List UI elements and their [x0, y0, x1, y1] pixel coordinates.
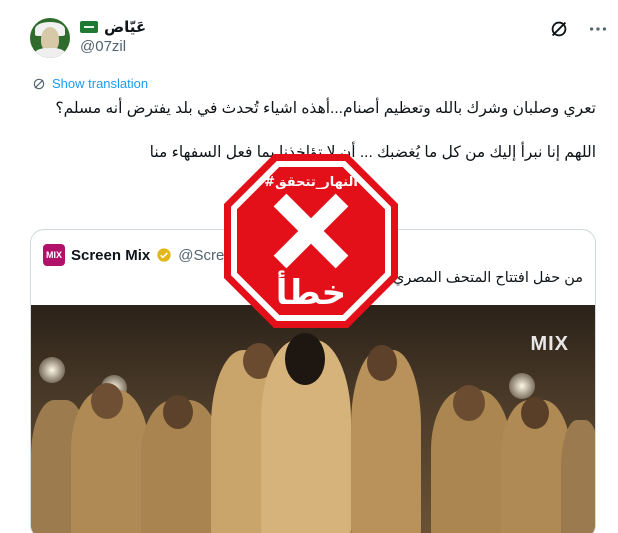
author-name-row[interactable]: عَيّاض: [80, 18, 146, 36]
display-name[interactable]: عَيّاض: [104, 18, 146, 36]
tweet: عَيّاض @07zil Show translation تعري وصلب…: [0, 0, 618, 533]
quoted-header: MIX Screen Mix @Scre: [43, 244, 224, 266]
grok-icon[interactable]: [548, 18, 570, 40]
performer-head: [163, 395, 193, 429]
lead-performer-head: [285, 333, 325, 385]
mix-watermark: MIX: [530, 333, 569, 355]
avatar[interactable]: [30, 18, 70, 58]
show-translation-link[interactable]: Show translation: [32, 76, 148, 91]
stage-light: [509, 373, 535, 399]
saudi-flag-icon: [80, 21, 98, 33]
globe-icon: [33, 78, 45, 89]
stage-light: [39, 357, 65, 383]
stamp-tag: #النهار_تتحقق: [264, 175, 358, 190]
stamp-verdict: خطأ: [276, 270, 346, 313]
quoted-avatar[interactable]: MIX: [43, 244, 65, 266]
performer-head: [91, 383, 123, 419]
show-translation-label: Show translation: [52, 76, 149, 91]
false-verdict-stamp: #النهار_تتحقق خطأ: [224, 154, 398, 328]
quoted-image[interactable]: MIX: [31, 305, 595, 533]
tweet-paragraph-1: تعري وصلبان وشرك بالله وتعظيم أصنام...أه…: [55, 100, 596, 117]
performer-head: [521, 397, 549, 429]
performer-head: [367, 345, 397, 381]
more-icon[interactable]: [587, 18, 609, 40]
performer-head: [453, 385, 485, 421]
quoted-text: من حفل افتتاح المتحف المصري: [392, 270, 583, 286]
performer-figure: [561, 420, 595, 533]
quoted-display-name[interactable]: Screen Mix: [71, 247, 150, 264]
quoted-handle[interactable]: @Scre: [178, 247, 224, 264]
avatar-body: [34, 48, 66, 58]
author-handle[interactable]: @07zil: [80, 38, 126, 55]
verified-badge-icon: [157, 248, 171, 262]
